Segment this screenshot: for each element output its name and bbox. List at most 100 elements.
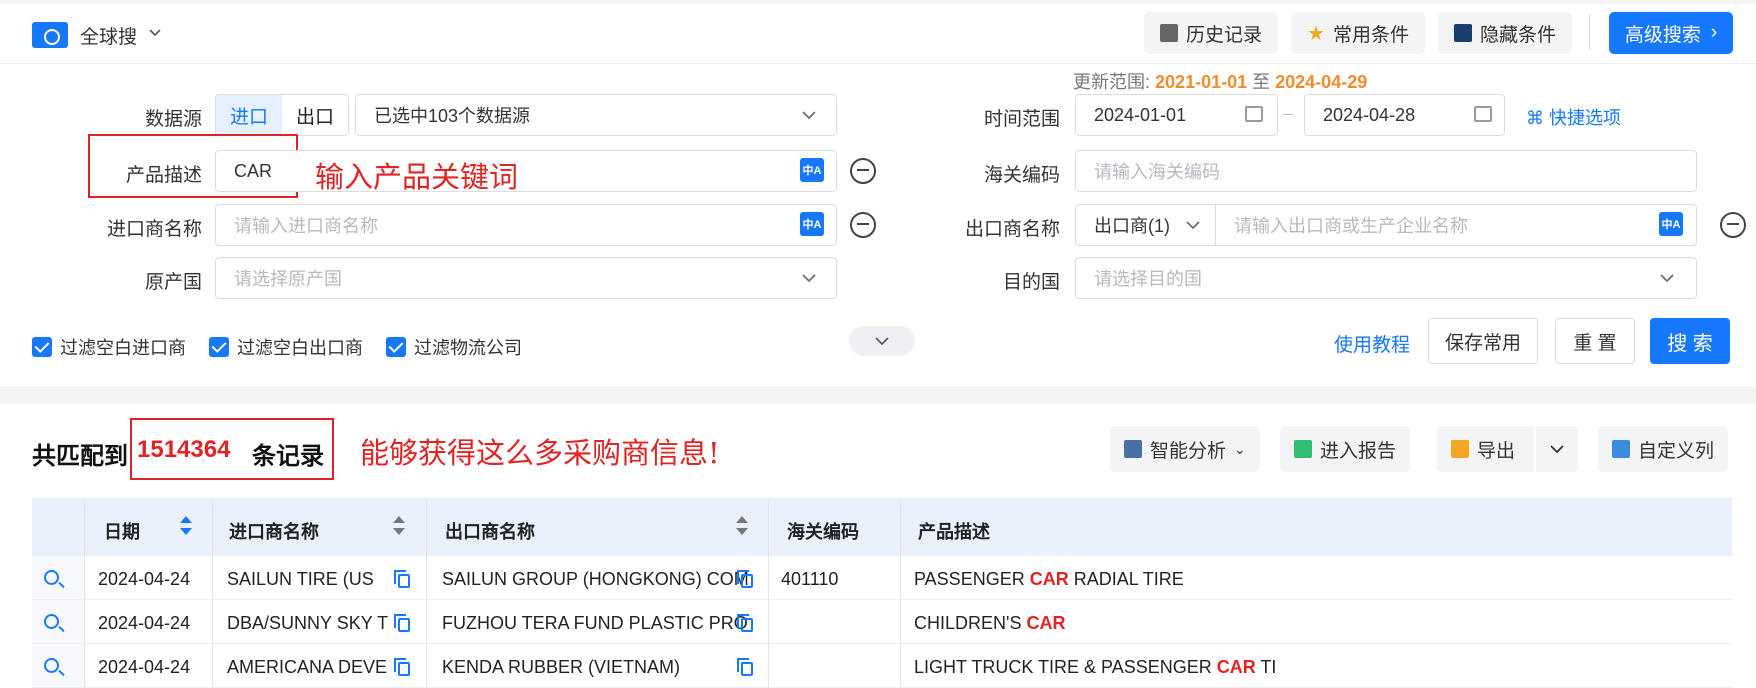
zoom-search-icon[interactable] xyxy=(1720,212,1746,238)
row-importer[interactable]: AMERICANA DEVE xyxy=(227,657,387,678)
update-from: 2021-01-01 xyxy=(1155,72,1248,92)
keyword-highlight: CAR xyxy=(1216,657,1256,677)
column-header-exporter[interactable]: 出口商名称 xyxy=(445,518,535,544)
copy-icon[interactable] xyxy=(394,614,410,632)
advanced-search-button[interactable]: 高级搜索 › xyxy=(1609,12,1733,54)
copy-icon[interactable] xyxy=(394,570,410,588)
keyword-highlight: CAR xyxy=(1029,569,1069,589)
calendar-icon xyxy=(1245,106,1263,122)
row-date: 2024-04-24 xyxy=(98,613,191,633)
datasource-value: 已选中103个数据源 xyxy=(374,106,531,126)
translate-icon[interactable]: 中A xyxy=(800,158,824,182)
translate-icon[interactable]: 中A xyxy=(1659,212,1683,236)
chevron-down-icon[interactable] xyxy=(148,26,162,40)
sort-icon[interactable] xyxy=(180,516,192,538)
filter-blank-importer-label: 过滤空白进口商 xyxy=(60,338,186,358)
importer-label: 进口商名称 xyxy=(106,219,202,240)
save-common-button[interactable]: 保存常用 xyxy=(1428,318,1538,364)
row-importer[interactable]: DBA/SUNNY SKY T xyxy=(227,613,388,634)
copy-icon[interactable] xyxy=(394,658,410,676)
row-exporter[interactable]: FUZHOU TERA FUND PLASTIC PRO xyxy=(442,613,748,634)
history-label: 历史记录 xyxy=(1186,24,1263,46)
smart-analysis-button[interactable]: 智能分析 ⌄ xyxy=(1110,426,1260,472)
origin-label: 原产国 xyxy=(144,272,202,293)
destination-country-select[interactable]: 请选择目的国 xyxy=(1075,257,1697,299)
chevron-down-icon xyxy=(802,274,816,283)
search-button[interactable]: 搜 索 xyxy=(1650,318,1730,364)
view-detail-icon[interactable] xyxy=(44,570,59,585)
origin-placeholder: 请选择原产国 xyxy=(234,269,342,289)
expand-conditions-button[interactable] xyxy=(849,326,915,356)
column-header-date[interactable]: 日期 xyxy=(104,518,140,544)
copy-icon[interactable] xyxy=(737,570,753,588)
row-importer[interactable]: SAILUN TIRE (US xyxy=(227,569,374,590)
enter-report-button[interactable]: 进入报告 xyxy=(1280,426,1411,472)
filter-blank-exporter-checkbox[interactable]: 过滤空白出口商 xyxy=(209,334,363,360)
hs-code-label: 海关编码 xyxy=(983,165,1060,186)
section-divider xyxy=(0,386,1756,404)
column-header-hs-code[interactable]: 海关编码 xyxy=(787,518,859,544)
analysis-icon xyxy=(1124,440,1142,458)
report-icon xyxy=(1294,440,1312,458)
filter-blank-importer-checkbox[interactable]: 过滤空白进口商 xyxy=(32,334,186,360)
divider xyxy=(1589,14,1590,50)
reset-button[interactable]: 重 置 xyxy=(1555,318,1635,364)
row-date: 2024-04-24 xyxy=(98,657,191,677)
row-product-description: LIGHT TRUCK TIRE & PASSENGER CAR TI xyxy=(914,657,1277,677)
checkbox-checked-icon xyxy=(386,337,406,357)
history-icon xyxy=(1160,24,1178,42)
row-product-description: PASSENGER CAR RADIAL TIRE xyxy=(914,569,1184,589)
custom-columns-button[interactable]: 自定义列 xyxy=(1598,426,1729,472)
columns-icon xyxy=(1612,440,1630,458)
top-bar: 全球搜 历史记录 ★ 常用条件 隐藏条件 高级搜索 › xyxy=(0,0,1756,64)
date-range-separator xyxy=(1283,114,1293,115)
column-header-importer[interactable]: 进口商名称 xyxy=(229,518,319,544)
chevron-down-icon xyxy=(875,337,889,346)
sort-icon[interactable] xyxy=(736,516,748,538)
search-scope-label[interactable]: 全球搜 xyxy=(80,22,137,49)
row-product-description: CHILDREN'S CAR xyxy=(914,613,1066,633)
translate-icon[interactable]: 中A xyxy=(800,212,824,236)
zoom-search-icon[interactable] xyxy=(850,212,876,238)
hs-code-placeholder: 请输入海关编码 xyxy=(1094,162,1220,182)
column-header-product[interactable]: 产品描述 xyxy=(918,518,990,544)
view-detail-icon[interactable] xyxy=(44,614,59,629)
hide-conditions-button[interactable]: 隐藏条件 xyxy=(1438,12,1573,54)
quick-options-link[interactable]: ⌘ 快捷选项 xyxy=(1526,104,1621,130)
export-button[interactable]: 导出 xyxy=(1437,426,1534,472)
export-label: 导出 xyxy=(1477,440,1516,462)
copy-icon[interactable] xyxy=(737,658,753,676)
custom-columns-label: 自定义列 xyxy=(1638,440,1715,462)
exporter-input[interactable]: 请输入出口商或生产企业名称 xyxy=(1215,204,1697,246)
exporter-type-value: 出口商(1) xyxy=(1094,216,1170,236)
datasource-select[interactable]: 已选中103个数据源 xyxy=(355,94,837,136)
favorites-button[interactable]: ★ 常用条件 xyxy=(1291,12,1425,54)
history-button[interactable]: 历史记录 xyxy=(1144,12,1279,54)
quick-options-label: 快捷选项 xyxy=(1549,108,1622,128)
tutorial-link[interactable]: 使用教程 xyxy=(1334,330,1410,357)
datasource-label: 数据源 xyxy=(144,109,202,130)
export-dropdown-button[interactable] xyxy=(1536,426,1578,472)
checkbox-checked-icon xyxy=(209,337,229,357)
row-exporter[interactable]: SAILUN GROUP (HONGKONG) COM xyxy=(442,569,749,590)
tab-import[interactable]: 进口 xyxy=(216,95,282,135)
sort-icon[interactable] xyxy=(393,516,405,538)
hs-code-input[interactable]: 请输入海关编码 xyxy=(1075,150,1697,192)
collapse-icon xyxy=(1454,24,1472,42)
product-description-input[interactable]: CAR xyxy=(215,150,837,192)
row-exporter[interactable]: KENDA RUBBER (VIETNAM) xyxy=(442,657,680,678)
command-icon: ⌘ xyxy=(1526,108,1544,128)
checkbox-checked-icon xyxy=(32,337,52,357)
product-label: 产品描述 xyxy=(125,165,202,186)
filter-logistics-checkbox[interactable]: 过滤物流公司 xyxy=(386,334,522,360)
origin-country-select[interactable]: 请选择原产国 xyxy=(215,257,837,299)
importer-input[interactable]: 请输入进口商名称 xyxy=(215,204,837,246)
copy-icon[interactable] xyxy=(737,614,753,632)
tab-export[interactable]: 出口 xyxy=(282,95,348,135)
row-date: 2024-04-24 xyxy=(98,569,191,589)
match-count: 1514364 xyxy=(137,436,231,463)
chevron-down-icon xyxy=(1550,445,1564,454)
view-detail-icon[interactable] xyxy=(44,658,59,673)
export-icon xyxy=(1451,440,1469,458)
zoom-search-icon[interactable] xyxy=(850,158,876,184)
